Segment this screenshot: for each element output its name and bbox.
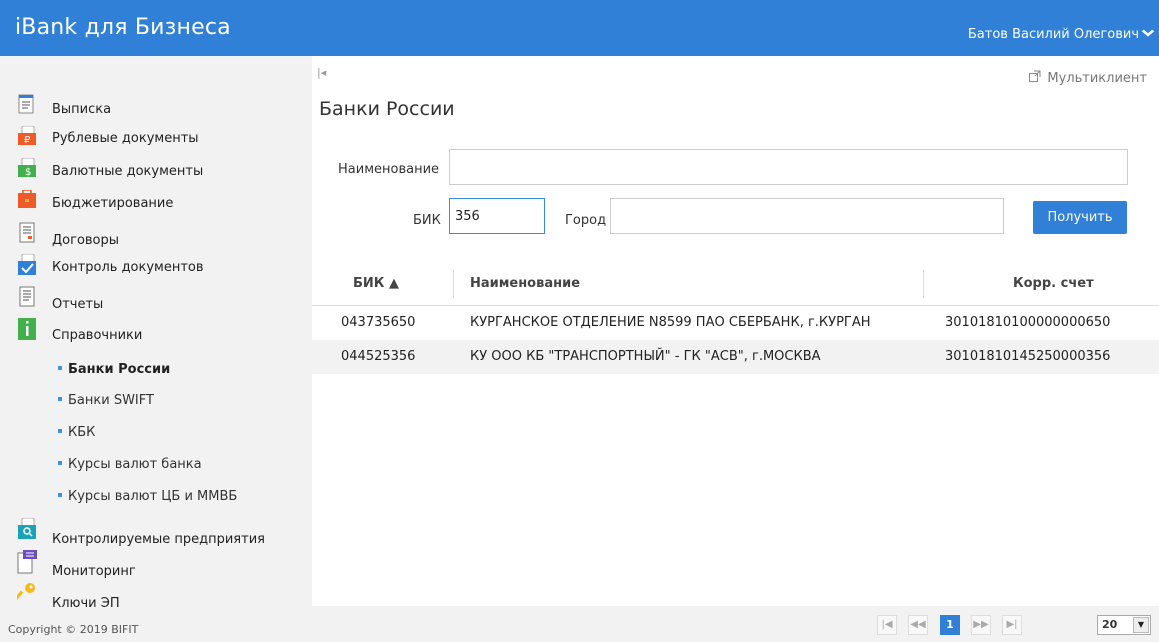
statement-icon [17, 94, 37, 114]
chevron-down-icon [1141, 29, 1155, 40]
cell-account: 30101810100000000650 [945, 315, 1111, 330]
contracts-icon [17, 222, 37, 243]
column-header-bik[interactable]: БИК ▲ [353, 276, 399, 291]
copyright: Copyright © 2019 BIFIT [8, 623, 139, 636]
sidebar-item-label: Договоры [52, 233, 120, 248]
sidebar-item-reports[interactable]: Отчеты [0, 284, 312, 314]
sidebar-item-keys[interactable]: Ключи ЭП [0, 580, 312, 611]
sidebar-item-label: Мониторинг [52, 564, 136, 579]
bik-input[interactable] [449, 198, 545, 234]
table-row[interactable]: 044525356 КУ ООО КБ "ТРАНСПОРТНЫЙ" - ГК … [312, 340, 1159, 374]
name-input[interactable] [449, 149, 1128, 185]
column-header-account[interactable]: Корр. счет [1013, 276, 1094, 291]
external-link-icon [1029, 70, 1041, 86]
budget-icon [17, 189, 37, 210]
page-size-select[interactable]: 20 ▼ [1097, 615, 1151, 635]
collapse-sidebar-icon[interactable]: |◂ [317, 66, 326, 79]
city-label: Город [565, 213, 607, 228]
sidebar-item-controlled-companies[interactable]: Контролируемые предприятия [0, 516, 312, 547]
sidebar-subitem-bank-rates[interactable]: Курсы валют банка [58, 457, 202, 479]
cell-bik: 044525356 [341, 349, 416, 364]
bullet-icon [58, 365, 62, 370]
dropdown-arrow-icon: ▼ [1133, 617, 1149, 633]
current-page-button[interactable]: 1 [940, 615, 960, 635]
sidebar-item-label: Выписка [52, 102, 112, 117]
sidebar-item-document-control[interactable]: Контроль документов [0, 252, 312, 282]
sidebar: Выписка ₽ Рублевые документы $ Валютные … [0, 56, 312, 642]
sidebar-item-label: Контроль документов [52, 260, 204, 275]
reports-icon [17, 286, 37, 307]
ruble-documents-icon: ₽ [17, 125, 37, 146]
column-divider [453, 270, 454, 298]
banks-table: БИК ▲ Наименование Корр. счет 043735650 … [312, 262, 1159, 374]
sidebar-item-ruble-documents[interactable]: ₽ Рублевые документы [0, 124, 312, 154]
cell-name: КУ ООО КБ "ТРАНСПОРТНЫЙ" - ГК "АСВ", г.М… [470, 349, 821, 364]
sidebar-subitem-kbk[interactable]: КБК [58, 425, 95, 447]
sidebar-item-contracts[interactable]: Договоры [0, 220, 312, 250]
bullet-icon [58, 396, 62, 401]
cell-account: 30101810145250000356 [945, 349, 1111, 364]
user-menu[interactable]: Батов Василий Олегович [967, 27, 1155, 42]
sidebar-item-label: Ключи ЭП [52, 596, 120, 611]
sidebar-subitem-russian-banks[interactable]: Банки России [58, 362, 170, 384]
document-control-icon [17, 253, 37, 275]
bullet-icon [58, 460, 62, 465]
column-header-name[interactable]: Наименование [470, 276, 580, 291]
submit-button[interactable]: Получить [1033, 201, 1127, 234]
controlled-companies-icon [17, 517, 37, 539]
user-name: Батов Василий Олегович [967, 27, 1139, 42]
sidebar-subitem-swift-banks[interactable]: Банки SWIFT [58, 393, 154, 415]
currency-documents-icon: $ [17, 157, 37, 178]
bik-label: БИК [413, 213, 441, 228]
column-divider [923, 270, 924, 298]
sidebar-item-label: Рублевые документы [52, 131, 199, 146]
multiclient-button[interactable]: Мультиклиент [1029, 70, 1147, 86]
key-icon [13, 582, 37, 602]
main-content: |◂ Мультиклиент Банки России Наименовани… [312, 56, 1159, 642]
first-page-button[interactable]: |◀ [877, 615, 897, 635]
sidebar-item-budget[interactable]: Бюджетирование [0, 188, 312, 218]
page-size-value: 20 [1102, 618, 1118, 631]
sidebar-item-label: Бюджетирование [52, 196, 174, 211]
reference-books-icon [17, 318, 37, 340]
sidebar-item-label: Отчеты [52, 297, 104, 312]
monitoring-icon [17, 550, 37, 574]
cell-bik: 043735650 [341, 315, 416, 330]
sidebar-item-currency-documents[interactable]: $ Валютные документы [0, 156, 312, 186]
next-page-button[interactable]: ▶▶ [971, 615, 991, 635]
sidebar-item-reference-books[interactable]: Справочники [0, 316, 312, 346]
sidebar-item-label: Валютные документы [52, 164, 204, 179]
name-label: Наименование [338, 162, 440, 177]
sidebar-item-label: Контролируемые предприятия [52, 532, 265, 547]
app-header: iBank для Бизнеса Батов Василий Олегович [0, 0, 1159, 56]
city-input[interactable] [610, 198, 1004, 234]
table-header: БИК ▲ Наименование Корр. счет [312, 262, 1159, 306]
page-title: Банки России [319, 98, 455, 120]
svg-text:$: $ [25, 167, 31, 178]
sidebar-item-statement[interactable]: Выписка [0, 92, 312, 122]
sidebar-item-monitoring[interactable]: Мониторинг [0, 548, 312, 579]
sidebar-item-label: Справочники [52, 328, 143, 343]
app-title: iBank для Бизнеса [15, 15, 231, 40]
table-row[interactable]: 043735650 КУРГАНСКОЕ ОТДЕЛЕНИЕ N8599 ПАО… [312, 306, 1159, 340]
bullet-icon [58, 428, 62, 433]
cell-name: КУРГАНСКОЕ ОТДЕЛЕНИЕ N8599 ПАО СБЕРБАНК,… [470, 315, 871, 330]
svg-text:₽: ₽ [24, 135, 31, 146]
sidebar-subitem-cb-rates[interactable]: Курсы валют ЦБ и ММВБ [58, 489, 237, 511]
multiclient-label: Мультиклиент [1047, 70, 1147, 86]
prev-page-button[interactable]: ◀◀ [908, 615, 928, 635]
bullet-icon [58, 492, 62, 497]
pagination-bar: |◀ ◀◀ 1 ▶▶ ▶| 20 ▼ [312, 606, 1159, 642]
last-page-button[interactable]: ▶| [1002, 615, 1022, 635]
